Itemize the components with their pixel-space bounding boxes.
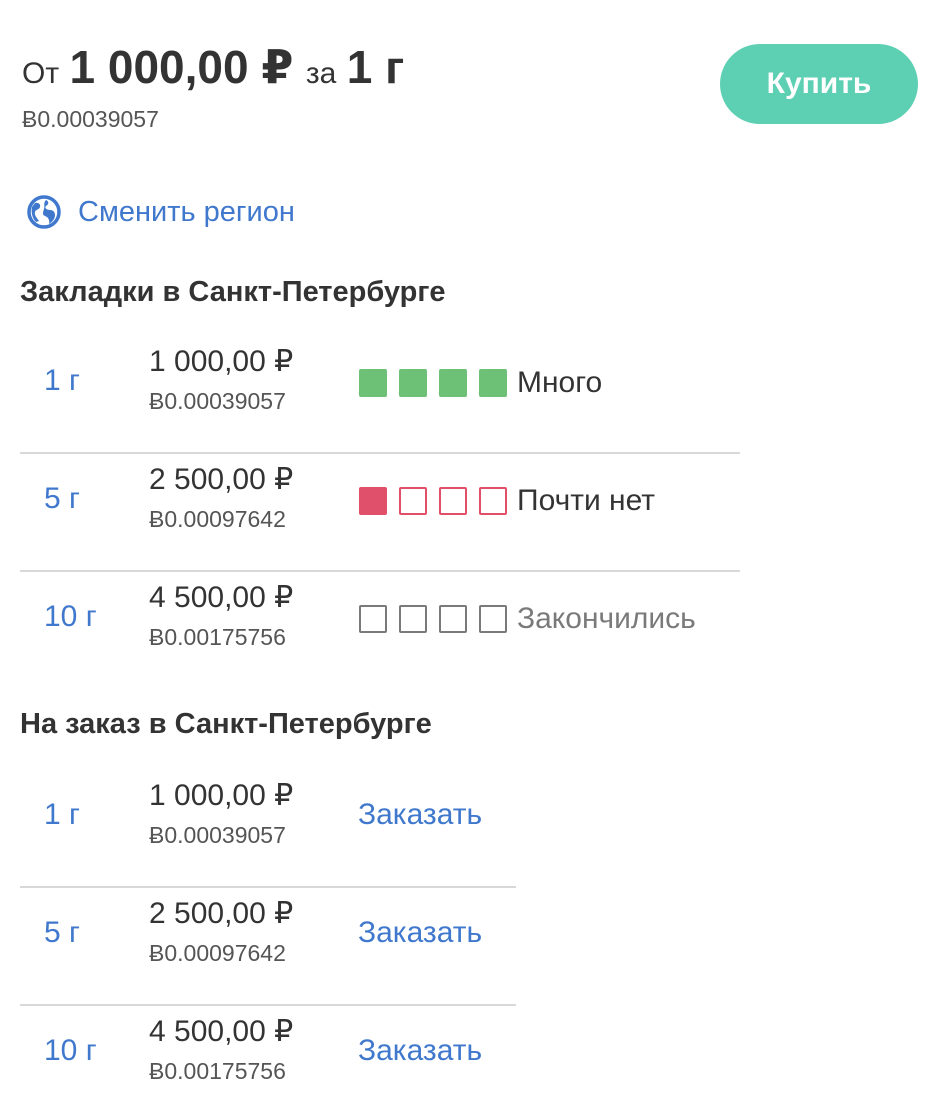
stock-square xyxy=(399,369,427,397)
row-price-btc: Ƀ0.00097642 xyxy=(149,506,286,532)
stock-square xyxy=(359,487,387,515)
stock-square xyxy=(479,605,507,633)
row-price-btc: Ƀ0.00175756 xyxy=(149,624,286,650)
row-quantity: 10 г xyxy=(44,600,97,633)
row-price-btc: Ƀ0.00039057 xyxy=(149,388,286,414)
stock-label: Закончились xyxy=(517,602,696,635)
row-quantity: 1 г xyxy=(44,364,80,397)
stock-indicator: Почти нет xyxy=(359,484,655,518)
order-link[interactable]: Заказать xyxy=(358,916,482,950)
change-region-label: Сменить регион xyxy=(78,195,295,228)
stock-square xyxy=(439,487,467,515)
order-link[interactable]: Заказать xyxy=(358,798,482,832)
stock-indicator: Много xyxy=(359,366,602,400)
buy-button[interactable]: Купить xyxy=(720,44,918,124)
row-price-btc: Ƀ0.00175756 xyxy=(149,1058,286,1084)
row-quantity: 10 г xyxy=(44,1034,97,1067)
row-quantity: 1 г xyxy=(44,798,80,831)
bookmark-row[interactable]: 5 г 2 500,00 ₽ Ƀ0.00097642 Почти нет xyxy=(20,454,740,572)
order-row: 5 г 2 500,00 ₽ Ƀ0.00097642 Заказать xyxy=(20,888,516,1006)
row-price-btc: Ƀ0.00039057 xyxy=(149,822,286,848)
stock-square xyxy=(479,369,507,397)
bookmark-row[interactable]: 1 г 1 000,00 ₽ Ƀ0.00039057 Много xyxy=(20,336,740,454)
order-link[interactable]: Заказать xyxy=(358,1034,482,1068)
stock-square xyxy=(439,605,467,633)
header-price: 1 000,00 ₽ xyxy=(69,41,294,93)
row-price-rub: 1 000,00 ₽ xyxy=(149,345,294,378)
stock-square xyxy=(359,369,387,397)
row-price-rub: 2 500,00 ₽ xyxy=(149,897,294,930)
row-price-rub: 2 500,00 ₽ xyxy=(149,463,294,496)
stock-indicator: Закончились xyxy=(359,602,696,636)
price-summary: От 1 000,00 ₽ за 1 г xyxy=(22,40,404,94)
stock-label: Почти нет xyxy=(517,484,656,517)
bookmarks-section-title: Закладки в Санкт-Петербурге xyxy=(20,276,446,308)
row-price-rub: 1 000,00 ₽ xyxy=(149,779,294,812)
change-region-link[interactable]: Сменить регион xyxy=(26,194,295,230)
stock-square xyxy=(439,369,467,397)
stock-label: Много xyxy=(517,366,603,399)
row-price-btc: Ƀ0.00097642 xyxy=(149,940,286,966)
row-price-rub: 4 500,00 ₽ xyxy=(149,581,294,614)
stock-square xyxy=(399,605,427,633)
row-price-rub: 4 500,00 ₽ xyxy=(149,1015,294,1048)
stock-square xyxy=(359,605,387,633)
header-btc-price: Ƀ0.00039057 xyxy=(22,106,159,132)
bookmark-row[interactable]: 10 г 4 500,00 ₽ Ƀ0.00175756 Закончились xyxy=(20,572,740,690)
stock-square xyxy=(479,487,507,515)
stock-square xyxy=(399,487,427,515)
orders-section-title: На заказ в Санкт-Петербурге xyxy=(20,708,432,740)
from-label: От xyxy=(22,57,60,90)
header-quantity: 1 г xyxy=(346,41,405,93)
order-row: 10 г 4 500,00 ₽ Ƀ0.00175756 Заказать xyxy=(20,1006,516,1106)
globe-icon xyxy=(27,195,61,229)
row-quantity: 5 г xyxy=(44,482,80,515)
row-quantity: 5 г xyxy=(44,916,80,949)
product-header: От 1 000,00 ₽ за 1 г Ƀ0.00039057 Купить xyxy=(22,40,922,140)
order-row: 1 г 1 000,00 ₽ Ƀ0.00039057 Заказать xyxy=(20,770,516,888)
per-label: за xyxy=(305,57,337,90)
